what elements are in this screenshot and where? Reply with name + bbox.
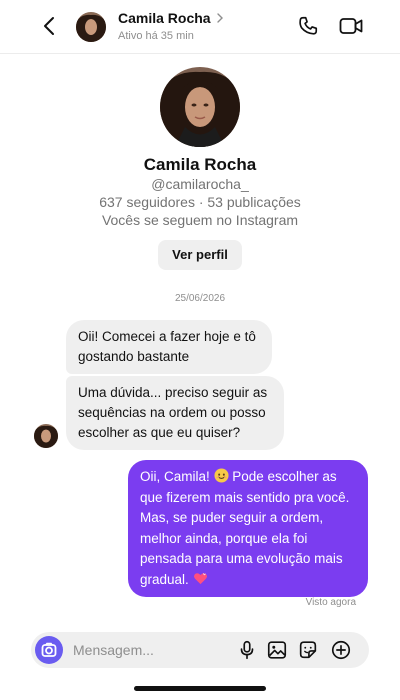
message-input[interactable]: [73, 639, 223, 661]
back-icon[interactable]: [38, 14, 62, 38]
video-icon[interactable]: [339, 15, 363, 37]
camera-button[interactable]: [35, 636, 63, 664]
header-name-row[interactable]: Camila Rocha: [118, 10, 225, 26]
sticker-icon[interactable]: [297, 639, 319, 661]
mic-icon[interactable]: [236, 639, 258, 661]
incoming-message[interactable]: Uma dúvida... preciso seguir as sequênci…: [66, 376, 284, 450]
message-composer: [31, 632, 369, 668]
header-avatar[interactable]: [76, 12, 106, 42]
chat-date: 25/06/2026: [174, 293, 226, 304]
heart-emoji-icon: [193, 572, 207, 584]
profile-stats: 637 seguidores · 53 publicações: [99, 194, 301, 210]
phone-icon[interactable]: [297, 15, 319, 37]
plus-icon[interactable]: [330, 639, 352, 661]
profile-follow-note: Vocês se seguem no Instagram: [101, 212, 299, 228]
outgoing-text-part2: Pode escolher as que fizerem mais sentid…: [140, 469, 350, 587]
profile-avatar[interactable]: [160, 67, 240, 147]
image-icon[interactable]: [266, 639, 288, 661]
profile-username: @camilarocha_: [151, 176, 249, 192]
camera-icon: [41, 642, 57, 657]
outgoing-text-part1: Oii, Camila!: [140, 469, 214, 484]
incoming-message[interactable]: Oii! Comecei a fazer hoje e tô gostando …: [66, 320, 272, 374]
view-profile-button[interactable]: Ver perfil: [158, 240, 242, 270]
home-indicator[interactable]: [134, 686, 266, 691]
chevron-right-icon: [216, 13, 223, 23]
profile-name: Camila Rocha: [143, 155, 257, 174]
chat-header: Camila Rocha Ativo há 35 min: [0, 0, 400, 54]
seen-status: Visto agora: [305, 597, 356, 608]
header-status: Ativo há 35 min: [118, 30, 194, 42]
sender-avatar[interactable]: [34, 424, 58, 448]
header-name[interactable]: Camila Rocha: [118, 10, 211, 26]
smile-emoji-icon: [213, 468, 229, 483]
outgoing-message[interactable]: Oii, Camila! Pode escolher as que fizere…: [128, 460, 368, 597]
chat-screen: Camila Rocha Ativo há 35 min Camila Roch…: [0, 0, 400, 700]
